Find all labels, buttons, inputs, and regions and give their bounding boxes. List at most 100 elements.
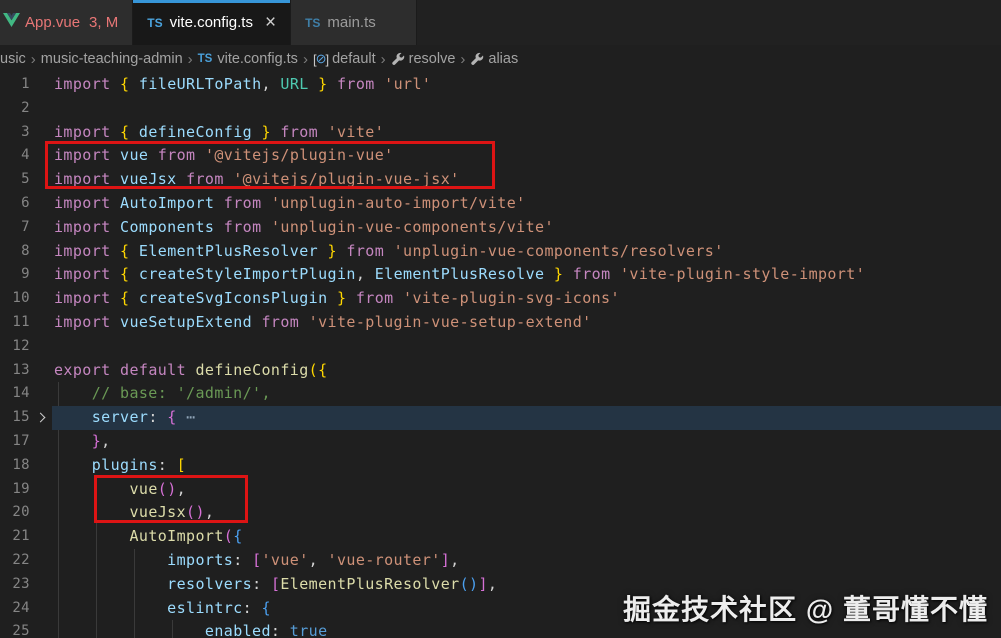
breadcrumb-item-music-teaching-admin[interactable]: music-teaching-admin	[41, 51, 183, 67]
breadcrumb-item-usic[interactable]: usic	[0, 51, 26, 67]
code-line[interactable]: 12	[0, 335, 1001, 359]
breadcrumb-separator: ›	[303, 51, 308, 68]
breadcrumb-item-alias[interactable]: alias	[470, 51, 518, 67]
line-number: 17	[0, 430, 30, 454]
fold-column	[30, 192, 54, 216]
code-line[interactable]: 10 import { createSvgIconsPlugin } from '…	[0, 287, 1001, 311]
fold-column	[30, 335, 54, 359]
code-line[interactable]: 2	[0, 97, 1001, 121]
breadcrumb-item-default[interactable]: [⊘]default	[313, 51, 376, 67]
fold-column	[30, 501, 54, 525]
code-line[interactable]: 18 plugins: [	[0, 454, 1001, 478]
tab-main-ts[interactable]: TSmain.ts	[291, 0, 417, 45]
line-number: 25	[0, 620, 30, 638]
code-line[interactable]: 21 AutoImport({	[0, 525, 1001, 549]
code-line[interactable]: 7import Components from 'unplugin-vue-co…	[0, 216, 1001, 240]
code-editor[interactable]: 1 import { fileURLToPath, URL } from 'url…	[0, 73, 1001, 638]
fold-column	[30, 406, 54, 430]
line-number: 8	[0, 240, 30, 264]
ts-icon: TS	[147, 16, 162, 30]
code-text: plugins: [	[54, 454, 1001, 478]
tab-modified-badge: 3, M	[89, 14, 118, 31]
code-line[interactable]: 15 server: { ⋯	[0, 406, 1001, 430]
tab-vite-config-ts[interactable]: TSvite.config.ts×	[133, 0, 291, 45]
wrench-icon	[470, 52, 484, 66]
fold-column	[30, 597, 54, 621]
fold-column	[30, 620, 54, 638]
code-line[interactable]: 8import { ElementPlusResolver } from 'un…	[0, 240, 1001, 264]
fold-column	[30, 311, 54, 335]
fold-column	[30, 263, 54, 287]
fold-column	[30, 216, 54, 240]
breadcrumb-item-resolve[interactable]: resolve	[391, 51, 456, 67]
breadcrumb-label: usic	[0, 51, 26, 67]
code-line[interactable]: 6 import AutoImport from 'unplugin-auto-i…	[0, 192, 1001, 216]
line-number: 12	[0, 335, 30, 359]
line-number: 23	[0, 573, 30, 597]
active-tab-indicator	[133, 0, 290, 3]
breadcrumb-label: resolve	[409, 51, 456, 67]
fold-column	[30, 525, 54, 549]
code-line[interactable]: 22 imports: ['vue', 'vue-router'],	[0, 549, 1001, 573]
code-text: AutoImport({	[54, 525, 1001, 549]
code-line[interactable]: 1 import { fileURLToPath, URL } from 'url…	[0, 73, 1001, 97]
line-number: 21	[0, 525, 30, 549]
namespace-icon: [⊘]	[313, 51, 328, 67]
code-text: import { createSvgIconsPlugin } from 'vi…	[54, 287, 1001, 311]
code-line[interactable]: 13 export default defineConfig({	[0, 359, 1001, 383]
code-line[interactable]: 17 },	[0, 430, 1001, 454]
breadcrumb-label: alias	[488, 51, 518, 67]
fold-column	[30, 240, 54, 264]
tab-label: App.vue	[25, 14, 80, 31]
ts-icon: TS	[198, 53, 213, 65]
line-number: 14	[0, 382, 30, 406]
code-text: import AutoImport from 'unplugin-auto-im…	[54, 192, 1001, 216]
code-text: imports: ['vue', 'vue-router'],	[54, 549, 1001, 573]
line-number: 10	[0, 287, 30, 311]
fold-column	[30, 549, 54, 573]
line-number: 5	[0, 168, 30, 192]
breadcrumb-item-vite-config-ts[interactable]: TS vite.config.ts	[198, 51, 298, 67]
fold-column	[30, 573, 54, 597]
code-text: import { fileURLToPath, URL } from 'url'	[54, 73, 1001, 97]
code-text	[54, 335, 1001, 359]
fold-column	[30, 97, 54, 121]
code-line[interactable]: 14 // base: '/admin/',	[0, 382, 1001, 406]
fold-column	[30, 359, 54, 383]
wrench-icon	[391, 52, 405, 66]
breadcrumb-label: vite.config.ts	[217, 51, 298, 67]
code-text: // base: '/admin/',	[54, 382, 1001, 406]
code-line[interactable]: 11import vueSetupExtend from 'vite-plugi…	[0, 311, 1001, 335]
line-number: 7	[0, 216, 30, 240]
highlight-box	[94, 475, 248, 523]
line-number: 24	[0, 597, 30, 621]
fold-column	[30, 454, 54, 478]
code-text: export default defineConfig({	[54, 359, 1001, 383]
code-text: server: { ⋯	[54, 406, 1001, 430]
line-number: 3	[0, 121, 30, 145]
code-text: import { createStyleImportPlugin, Elemen…	[54, 263, 1001, 287]
breadcrumb-separator: ›	[460, 51, 465, 68]
tab-label: main.ts	[327, 14, 375, 31]
close-icon[interactable]: ×	[265, 13, 276, 32]
breadcrumb: usic › music-teaching-admin › TS vite.config.…	[0, 45, 1001, 73]
fold-chevron-icon[interactable]	[36, 412, 46, 422]
highlight-box	[45, 141, 495, 189]
code-text: import vueSetupExtend from 'vite-plugin-…	[54, 311, 1001, 335]
fold-column	[30, 382, 54, 406]
watermark: 掘金技术社区 @ 董哥懂不懂	[623, 588, 988, 628]
line-number: 13	[0, 359, 30, 383]
line-number: 19	[0, 478, 30, 502]
line-number: 2	[0, 97, 30, 121]
fold-column	[30, 73, 54, 97]
code-line[interactable]: 9 import { createStyleImportPlugin, Eleme…	[0, 263, 1001, 287]
fold-column	[30, 430, 54, 454]
tab-app-vue[interactable]: App.vue 3, M	[0, 0, 133, 45]
line-number: 20	[0, 501, 30, 525]
line-number: 1	[0, 73, 30, 97]
fold-column	[30, 478, 54, 502]
line-number: 9	[0, 263, 30, 287]
line-number: 6	[0, 192, 30, 216]
breadcrumb-separator: ›	[31, 51, 36, 68]
fold-column	[30, 287, 54, 311]
